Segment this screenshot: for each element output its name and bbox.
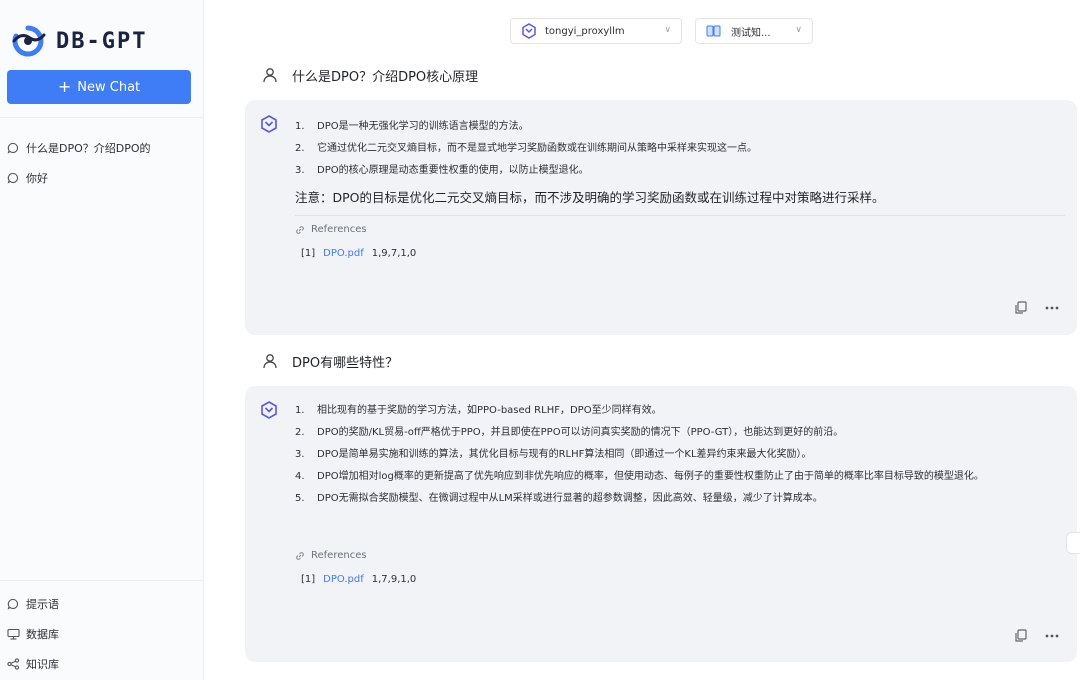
- knowledge-icon: [706, 24, 721, 38]
- copy-icon[interactable]: [1015, 301, 1027, 314]
- conversation-item[interactable]: 什么是DPO？介绍DPO的: [6, 137, 151, 159]
- user-message-text: DPO有哪些特性？: [292, 355, 399, 371]
- list-item: 5. DPO无需拟合奖励模型、在微调过程中从LM采样或进行显著的超参数调整，因此高…: [295, 493, 823, 504]
- assistant-logo-icon: [259, 400, 279, 420]
- conversation-label: 什么是DPO？介绍DPO的: [26, 142, 151, 155]
- plus-icon: +: [57, 77, 72, 96]
- chat-bubble-icon: [6, 597, 20, 611]
- link-icon: [295, 225, 305, 235]
- message-actions: [1015, 629, 1059, 642]
- copy-icon[interactable]: [1015, 629, 1027, 642]
- sidebar-item-label: 提示语: [26, 598, 59, 611]
- user-message: 什么是DPO？介绍DPO核心原理: [262, 63, 478, 87]
- sidebar-item-database[interactable]: 数据库: [6, 623, 59, 645]
- link-icon: [295, 551, 305, 561]
- model-logo-icon: [521, 23, 537, 39]
- reference-pages: 1,9,7,1,0: [371, 248, 417, 259]
- sidebar-bottom-divider: [0, 580, 204, 581]
- reference-index: [1]: [301, 248, 316, 259]
- more-icon[interactable]: [1045, 306, 1059, 310]
- conversation-label: 你好: [26, 172, 48, 185]
- share-nodes-icon: [6, 657, 20, 671]
- sidebar-item-label: 知识库: [26, 658, 59, 671]
- reference-file-link[interactable]: DPO.pdf: [323, 574, 364, 585]
- list-item: 4. DPO增加相对log概率的更新提高了优先响应到非优先响应的概率，但使用动态、…: [295, 471, 984, 482]
- app-logo[interactable]: DB-GPT: [8, 24, 147, 58]
- assistant-message: 1. 相比现有的基于奖励的学习方法，如PPO-based RLHF，DPO至少同样…: [245, 386, 1077, 662]
- list-item: 3. DPO是简单易实施和训练的算法，其优化目标与现有的RLHF算法相同（即通过一…: [295, 449, 812, 460]
- knowledge-select[interactable]: 测试知... ∨: [695, 18, 813, 44]
- message-actions: [1015, 301, 1059, 314]
- user-message-text: 什么是DPO？介绍DPO核心原理: [292, 69, 479, 85]
- model-select-value: tongyi_proxyllm: [545, 25, 625, 37]
- knowledge-select-value: 测试知...: [731, 27, 771, 39]
- chat-bubble-icon: [6, 171, 20, 185]
- assistant-message: 1. DPO是一种无强化学习的训练语言模型的方法。 2. 它通过优化二元交叉熵目标，…: [245, 100, 1077, 335]
- answer-list: 1. 相比现有的基于奖励的学习方法，如PPO-based RLHF，DPO至少同样…: [295, 403, 1065, 513]
- reference-file-link[interactable]: DPO.pdf: [323, 248, 364, 259]
- sidebar-item-label: 数据库: [26, 628, 59, 641]
- reference-index: [1]: [301, 574, 316, 585]
- chat-bubble-icon: [6, 141, 20, 155]
- user-icon: [262, 353, 278, 369]
- new-chat-label: New Chat: [77, 79, 141, 95]
- answer-list: 1. DPO是一种无强化学习的训练语言模型的方法。 2. 它通过优化二元交叉熵目标，…: [295, 119, 1065, 185]
- reference-item: [1] DPO.pdf 1,7,9,1,0: [301, 574, 416, 585]
- logo-icon: [12, 25, 46, 57]
- more-icon[interactable]: [1045, 634, 1059, 638]
- model-select[interactable]: tongyi_proxyllm ∨: [510, 18, 682, 44]
- list-item: 2. 它通过优化二元交叉熵目标，而不是显式地学习奖励函数或在训练期间从策略中采样来…: [295, 143, 757, 154]
- references-divider: [295, 215, 1065, 216]
- user-icon: [262, 67, 278, 83]
- user-message: DPO有哪些特性？: [262, 349, 398, 373]
- list-item: 3. DPO的核心原理是动态重要性权重的使用，以防止模型退化。: [295, 165, 589, 176]
- new-chat-button[interactable]: + New Chat: [7, 70, 191, 104]
- references-heading: References: [295, 224, 367, 235]
- chevron-down-icon: ∨: [664, 25, 671, 35]
- conversation-item[interactable]: 你好: [6, 167, 48, 189]
- sidebar: DB-GPT + New Chat 什么是DPO？介绍DPO的 你好 提示语 数…: [0, 0, 204, 680]
- references-heading: References: [295, 550, 367, 561]
- database-icon: [6, 627, 20, 641]
- assistant-logo-icon: [259, 114, 279, 134]
- list-item: 1. 相比现有的基于奖励的学习方法，如PPO-based RLHF，DPO至少同样…: [295, 405, 662, 416]
- reference-item: [1] DPO.pdf 1,9,7,1,0: [301, 248, 416, 259]
- sidebar-item-knowledge[interactable]: 知识库: [6, 653, 59, 675]
- sidebar-item-prompts[interactable]: 提示语: [6, 593, 59, 615]
- reference-pages: 1,7,9,1,0: [371, 574, 417, 585]
- chevron-down-icon: ∨: [795, 25, 802, 35]
- sidebar-divider: [0, 117, 204, 118]
- list-item: 1. DPO是一种无强化学习的训练语言模型的方法。: [295, 121, 529, 132]
- logo-text: DB-GPT: [56, 28, 148, 54]
- side-panel-toggle-button[interactable]: [1066, 532, 1080, 554]
- list-item: 2. DPO的奖励/KL贸易-off严格优于PPO，并且即使在PPO可以访问真实奖…: [295, 427, 844, 438]
- top-bar: tongyi_proxyllm ∨ 测试知... ∨: [205, 0, 1080, 50]
- answer-note: 注意：DPO的目标是优化二元交叉熵目标，而不涉及明确的学习奖励函数或在训练过程中…: [295, 190, 885, 205]
